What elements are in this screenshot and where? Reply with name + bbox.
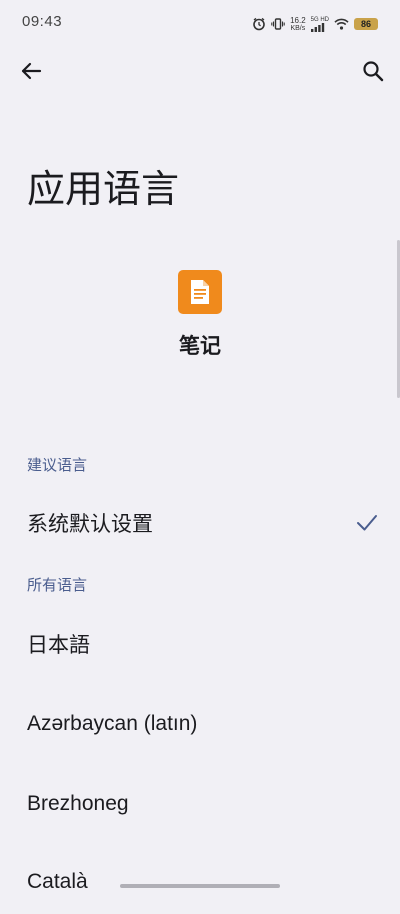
vibrate-icon [271, 17, 285, 31]
search-icon [363, 61, 384, 82]
language-label: Brezhoneg [27, 792, 129, 815]
language-label: Català [27, 870, 88, 893]
status-time: 09:43 [22, 13, 63, 30]
language-item[interactable]: 日本語 [0, 612, 400, 676]
language-item[interactable]: Català [0, 850, 400, 914]
battery-indicator: 86 [354, 18, 378, 30]
suggested-languages-header: 建议语言 [27, 456, 88, 474]
language-label: 系统默认设置 [27, 512, 153, 536]
wifi-icon [334, 18, 349, 30]
page-title: 应用语言 [27, 167, 180, 211]
check-icon [357, 515, 377, 531]
language-label: 日本語 [27, 633, 90, 657]
notes-app-icon [178, 270, 222, 314]
net-speed-unit: KB/s [290, 24, 306, 32]
search-button[interactable] [356, 54, 390, 88]
language-item[interactable]: Brezhoneg [0, 772, 400, 836]
network-signal: 5G HD [310, 17, 329, 32]
status-icons: 16.2 KB/s 5G HD 86 [252, 15, 378, 33]
alarm-icon [252, 17, 266, 31]
back-button[interactable] [14, 54, 48, 88]
app-name: 笔记 [179, 334, 221, 358]
home-indicator[interactable] [120, 884, 280, 888]
language-item-system-default[interactable]: 系统默认设置 [0, 491, 400, 555]
language-item[interactable]: Azərbaycan (latın) [0, 692, 400, 756]
language-label: Azərbaycan (latın) [27, 712, 198, 735]
net-speed: 16.2 KB/s [290, 15, 306, 32]
net-speed-value: 16.2 [290, 15, 306, 25]
document-icon [191, 280, 209, 304]
status-bar: 09:43 16.2 KB/s 5G HD 86 [0, 0, 400, 48]
all-languages-header: 所有语言 [27, 576, 88, 594]
arrow-left-icon [21, 62, 42, 80]
signal-bars-icon [310, 22, 324, 32]
